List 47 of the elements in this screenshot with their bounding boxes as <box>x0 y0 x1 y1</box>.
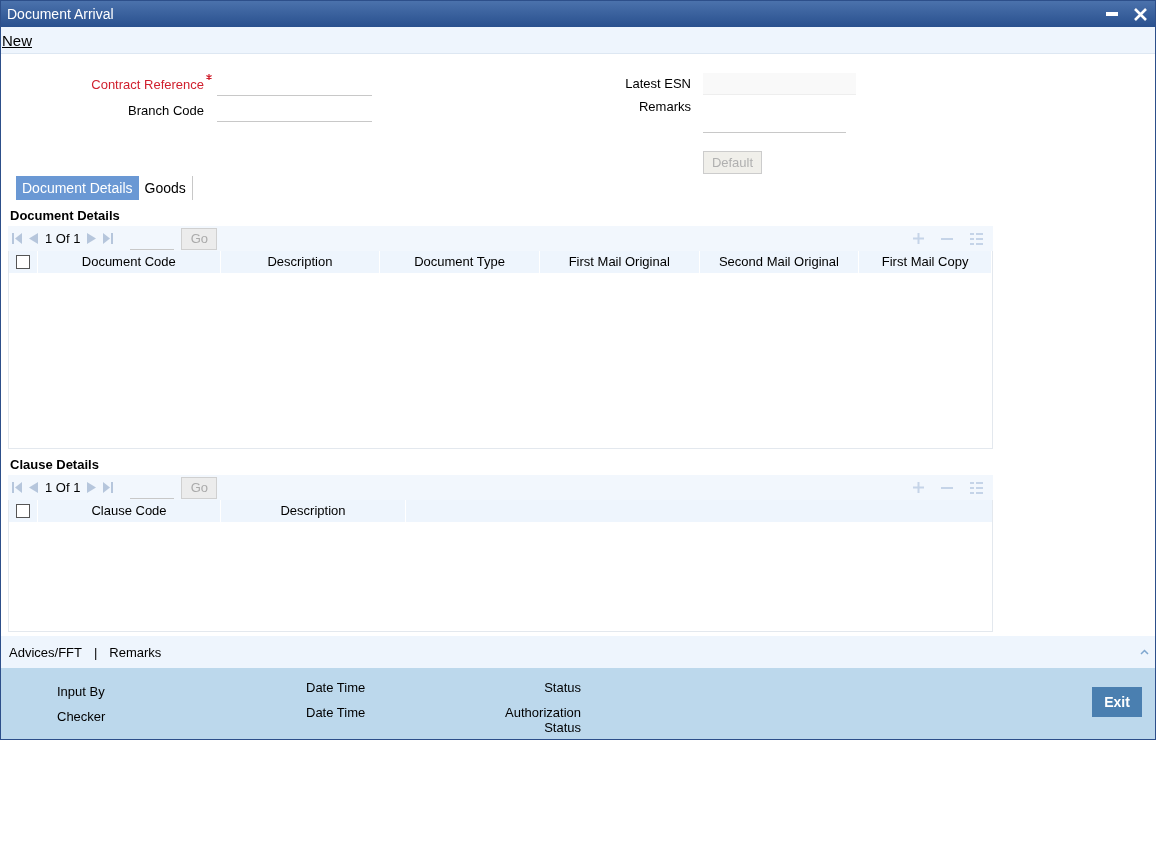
column-header[interactable]: Second Mail Original <box>699 251 860 273</box>
exit-button[interactable]: Exit <box>1092 687 1142 717</box>
field-label: Contract Reference <box>90 77 204 94</box>
minimize-icon[interactable] <box>1106 12 1118 16</box>
separator: | <box>93 644 98 660</box>
audit-label: Date Time <box>306 705 367 720</box>
column-header[interactable]: Description <box>220 251 381 273</box>
first-page-icon[interactable] <box>12 233 22 244</box>
close-icon[interactable] <box>1134 7 1147 21</box>
page-indicator: 1 Of 1 <box>45 231 81 246</box>
section-title: Document Details <box>9 207 121 225</box>
add-icon[interactable] <box>913 233 924 244</box>
last-page-icon[interactable] <box>103 233 114 244</box>
list-icon[interactable] <box>970 481 983 494</box>
remove-icon[interactable] <box>941 237 953 240</box>
audit-label: Input By <box>57 684 106 699</box>
select-all-checkbox[interactable] <box>16 504 30 518</box>
audit-label: Date Time <box>306 680 367 695</box>
previous-page-icon[interactable] <box>29 233 38 244</box>
field-label: Latest ESN <box>624 76 691 93</box>
collapse-icon[interactable] <box>1140 649 1149 655</box>
column-header[interactable]: Document Type <box>380 251 540 273</box>
list-icon[interactable] <box>970 232 983 245</box>
next-page-icon[interactable] <box>87 233 97 244</box>
new-link[interactable]: New <box>1 31 32 49</box>
next-page-icon[interactable] <box>87 482 97 493</box>
audit-label: Checker <box>57 709 107 724</box>
last-page-icon[interactable] <box>103 482 114 493</box>
footer-link[interactable]: Advices/FFT <box>9 644 82 660</box>
page-indicator: 1 Of 1 <box>45 480 81 495</box>
first-page-icon[interactable] <box>12 482 22 493</box>
audit-label: Status <box>544 680 581 695</box>
column-header[interactable]: First Mail Original <box>539 251 700 273</box>
audit-label: Authorization Status <box>504 705 581 735</box>
column-header[interactable]: Description <box>221 500 406 522</box>
remove-icon[interactable] <box>941 486 953 489</box>
column-header[interactable]: Clause Code <box>38 500 221 522</box>
column-header[interactable]: Document Code <box>37 251 221 273</box>
footer-link[interactable]: Remarks <box>109 644 162 660</box>
window-title: Document Arrival <box>7 6 114 22</box>
section-title: Clause Details <box>9 456 100 474</box>
add-icon[interactable] <box>913 482 924 493</box>
field-label: Branch Code <box>127 103 204 120</box>
select-all-checkbox[interactable] <box>15 255 30 269</box>
previous-page-icon[interactable] <box>29 482 38 493</box>
column-header[interactable]: First Mail Copy <box>859 251 992 273</box>
field-label: Remarks <box>638 99 691 116</box>
